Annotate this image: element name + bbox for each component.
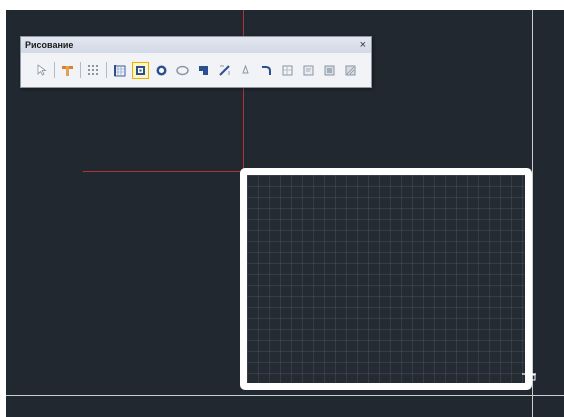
point-icon [242,64,249,73]
page-boundary-horizontal [6,395,564,396]
hatch-icon [282,65,293,75]
toolbar-separator [54,62,55,78]
wall-tool-icon [62,65,73,76]
toolbar-title[interactable]: Рисование [21,37,371,53]
diagonal-line-button[interactable] [216,62,233,79]
rectangle-grid [247,175,525,383]
text-box-icon [303,65,314,75]
table-icon [345,65,356,75]
polyline-icon [199,65,208,75]
hatch-button[interactable] [279,62,296,79]
crosshair-vertical-line [243,10,244,175]
toolbar-buttons [33,61,363,79]
ellipse-button[interactable] [174,62,191,79]
select-arrow-icon [37,64,47,76]
diagonal-line-icon [219,64,230,76]
circle-button[interactable] [153,62,170,79]
arc-icon [262,65,271,75]
text-box-button[interactable] [300,62,317,79]
ruler-grid-button[interactable] [111,62,128,79]
rectangle-snap-icon [136,65,145,75]
page-boundary-vertical [532,10,533,417]
table-button[interactable] [342,62,359,79]
wall-tool-button[interactable] [59,62,76,79]
close-icon[interactable]: × [360,37,366,53]
arc-button[interactable] [258,62,275,79]
ellipse-icon [176,65,189,75]
ruler-grid-icon [114,64,126,76]
drawing-toolbar: Рисование × [20,36,372,88]
image-icon [324,65,335,75]
toolbar-separator [106,62,107,78]
drawn-rectangle[interactable] [240,168,532,390]
rectangle-snap-button[interactable] [132,61,149,79]
image-button[interactable] [321,62,338,79]
polyline-button[interactable] [195,62,212,79]
select-arrow-button[interactable] [33,62,50,79]
point-button[interactable] [237,62,254,79]
grid-dots-button[interactable] [85,62,102,79]
circle-icon [156,65,167,75]
grid-dots-icon [88,64,98,75]
toolbar-separator [80,62,81,78]
resize-cursor-icon [522,367,536,381]
